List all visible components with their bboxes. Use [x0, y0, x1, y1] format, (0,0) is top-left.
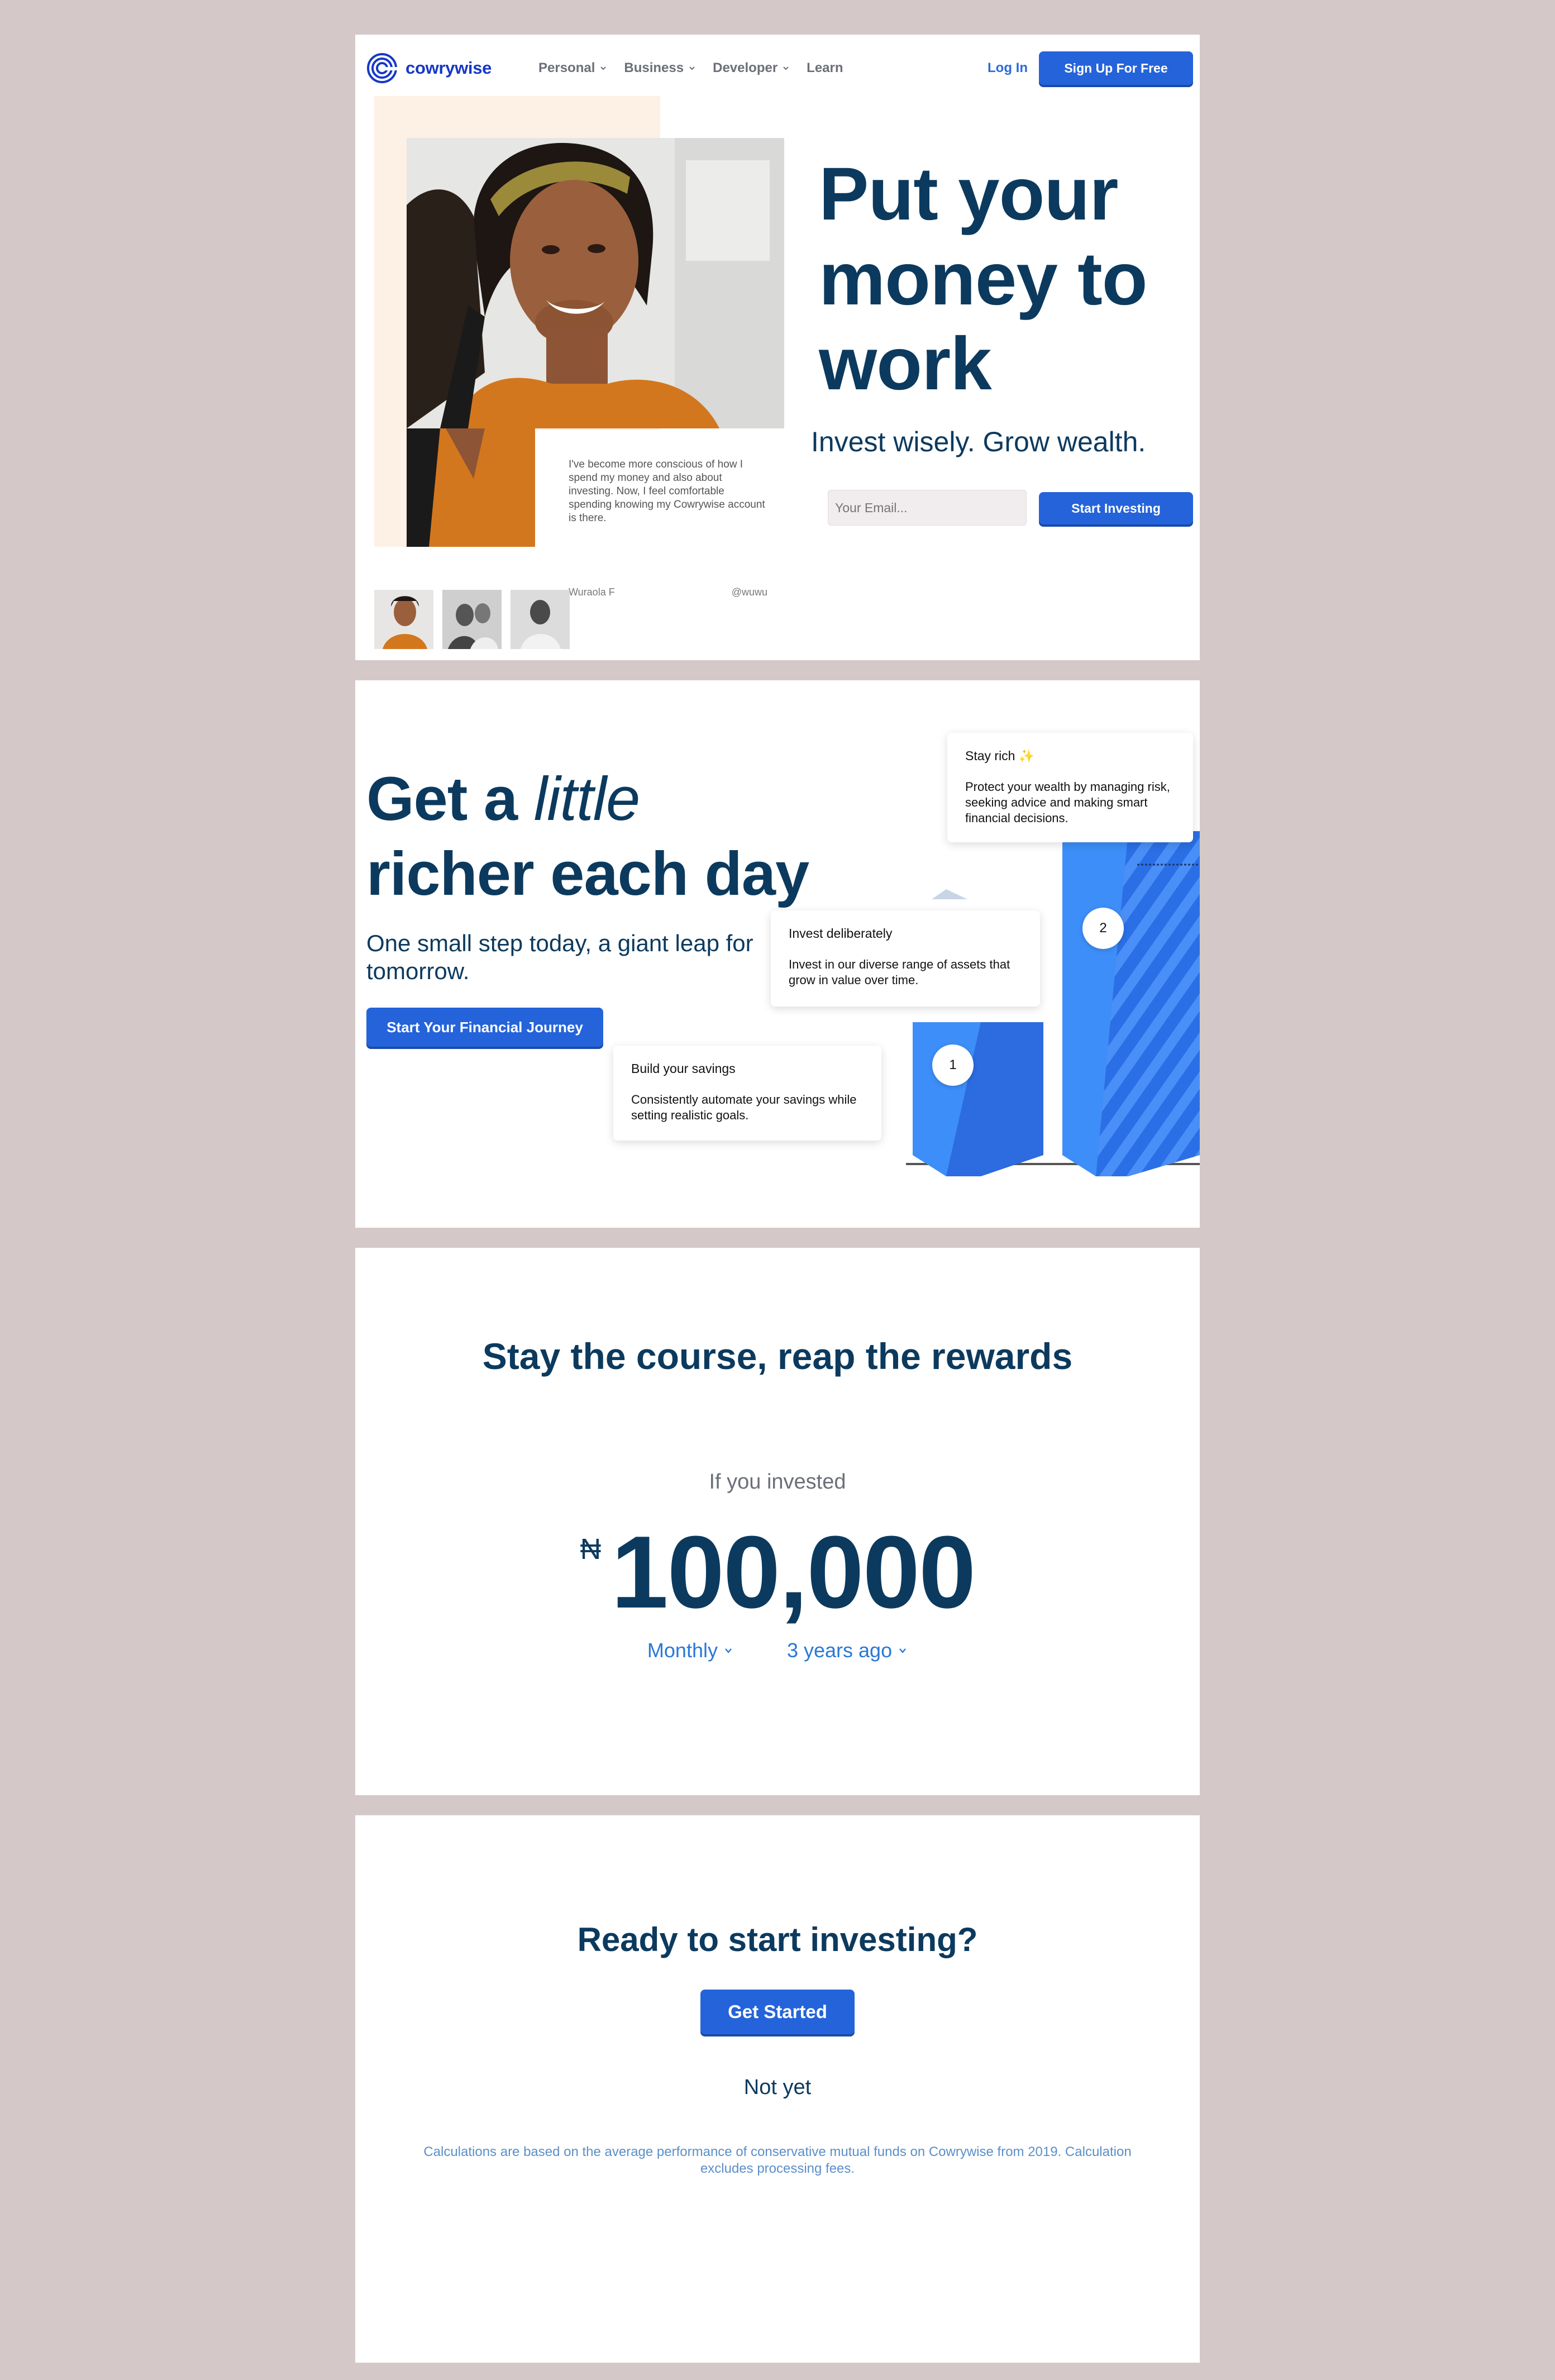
amount-display: ₦ 100,000 — [355, 1516, 1200, 1628]
nav-item-label: Learn — [807, 60, 843, 75]
step-body: Protect your wealth by managing risk, se… — [965, 780, 1170, 825]
step-body: Invest in our diverse range of assets th… — [789, 957, 1010, 987]
step-card-invest: Invest deliberately Invest in our divers… — [771, 910, 1040, 1007]
nav-item-business[interactable]: Business — [624, 60, 696, 76]
testimonial-thumbnails — [374, 590, 570, 649]
chevron-down-icon — [689, 66, 695, 70]
bar-cap — [932, 889, 967, 899]
get-started-button[interactable]: Get Started — [700, 1990, 855, 2034]
testimonial-name: Wuraola F — [569, 586, 615, 598]
portrait-lower — [407, 428, 535, 547]
thumbnail-image — [511, 590, 570, 649]
period-value: 3 years ago — [786, 1639, 893, 1662]
richer-section: Get a little richer each day One small s… — [355, 680, 1200, 1228]
brand-name: cowrywise — [406, 58, 492, 78]
nav-item-developer[interactable]: Developer — [713, 60, 790, 76]
start-investing-button[interactable]: Start Investing — [1039, 492, 1193, 524]
testimonial-footer: Wuraola F @wuwu — [569, 586, 767, 598]
calculator-section: Stay the course, reap the rewards If you… — [355, 1248, 1200, 1795]
currency-symbol: ₦ — [580, 1533, 602, 1566]
email-field[interactable] — [828, 490, 1027, 526]
investment-amount[interactable]: 100,000 — [611, 1516, 976, 1628]
chevron-down-icon — [600, 66, 607, 70]
nav-item-label: Business — [624, 60, 684, 75]
frequency-value: Monthly — [647, 1639, 718, 1662]
step-number-1: 1 — [932, 1044, 974, 1086]
step-title: Invest deliberately — [789, 926, 893, 941]
frequency-select[interactable]: Monthly — [647, 1639, 733, 1662]
ready-title: Ready to start investing? — [577, 1921, 978, 1958]
testimonial-handle: @wuwu — [731, 586, 767, 598]
chevron-down-icon — [899, 1648, 907, 1653]
nav-links: Personal Business Developer Learn — [538, 60, 843, 76]
thumbnail-2[interactable] — [442, 590, 502, 649]
portrait-image — [407, 138, 784, 428]
thumbnail-image — [374, 590, 433, 649]
chevron-down-icon — [783, 66, 789, 70]
nav-item-personal[interactable]: Personal — [538, 60, 607, 76]
nav-item-label: Developer — [713, 60, 778, 75]
step-card-savings: Build your savings Consistently automate… — [613, 1046, 881, 1141]
calculator-options: Monthly 3 years ago — [355, 1639, 1200, 1662]
top-nav: cowrywise Personal Business Developer Le… — [355, 35, 1200, 104]
portrait-lower-image — [407, 428, 535, 547]
calculator-title: Stay the course, reap the rewards — [482, 1336, 1073, 1377]
testimonial-photo — [407, 138, 784, 428]
calculator-prompt: If you invested — [709, 1470, 846, 1494]
step-body: Consistently automate your savings while… — [631, 1093, 857, 1122]
step-title-text: Stay rich — [965, 748, 1015, 763]
hero-section: cowrywise Personal Business Developer Le… — [355, 35, 1200, 660]
login-link[interactable]: Log In — [988, 60, 1028, 76]
not-yet-link[interactable]: Not yet — [355, 2076, 1200, 2100]
step-number-2: 2 — [1082, 908, 1124, 949]
disclaimer-text: Calculations are based on the average pe… — [423, 2144, 1132, 2176]
thumbnail-3[interactable] — [511, 590, 570, 649]
period-select[interactable]: 3 years ago — [787, 1639, 908, 1662]
sparkle-icon: ✨ — [1018, 748, 1035, 763]
step-title: Stay rich ✨ — [965, 748, 1175, 764]
chevron-down-icon — [725, 1648, 732, 1653]
testimonial-quote: I've become more conscious of how I spen… — [569, 459, 765, 524]
testimonial-card: I've become more conscious of how I spen… — [535, 430, 784, 614]
brand-logo[interactable]: cowrywise — [366, 53, 492, 84]
hero-title: Put your money to work — [819, 152, 1148, 406]
cowrywise-logo-icon — [367, 53, 398, 83]
signup-button[interactable]: Sign Up For Free — [1039, 51, 1193, 85]
step-title: Build your savings — [631, 1061, 736, 1076]
thumbnail-image — [442, 590, 502, 649]
step-card-stay-rich: Stay rich ✨ Protect your wealth by manag… — [947, 733, 1193, 842]
nav-item-label: Personal — [538, 60, 595, 75]
nav-item-learn[interactable]: Learn — [807, 60, 843, 76]
hero-subtitle: Invest wisely. Grow wealth. — [811, 426, 1146, 457]
thumbnail-1[interactable] — [374, 590, 433, 649]
final-cta-section: Ready to start investing? Get Started No… — [355, 1815, 1200, 2363]
